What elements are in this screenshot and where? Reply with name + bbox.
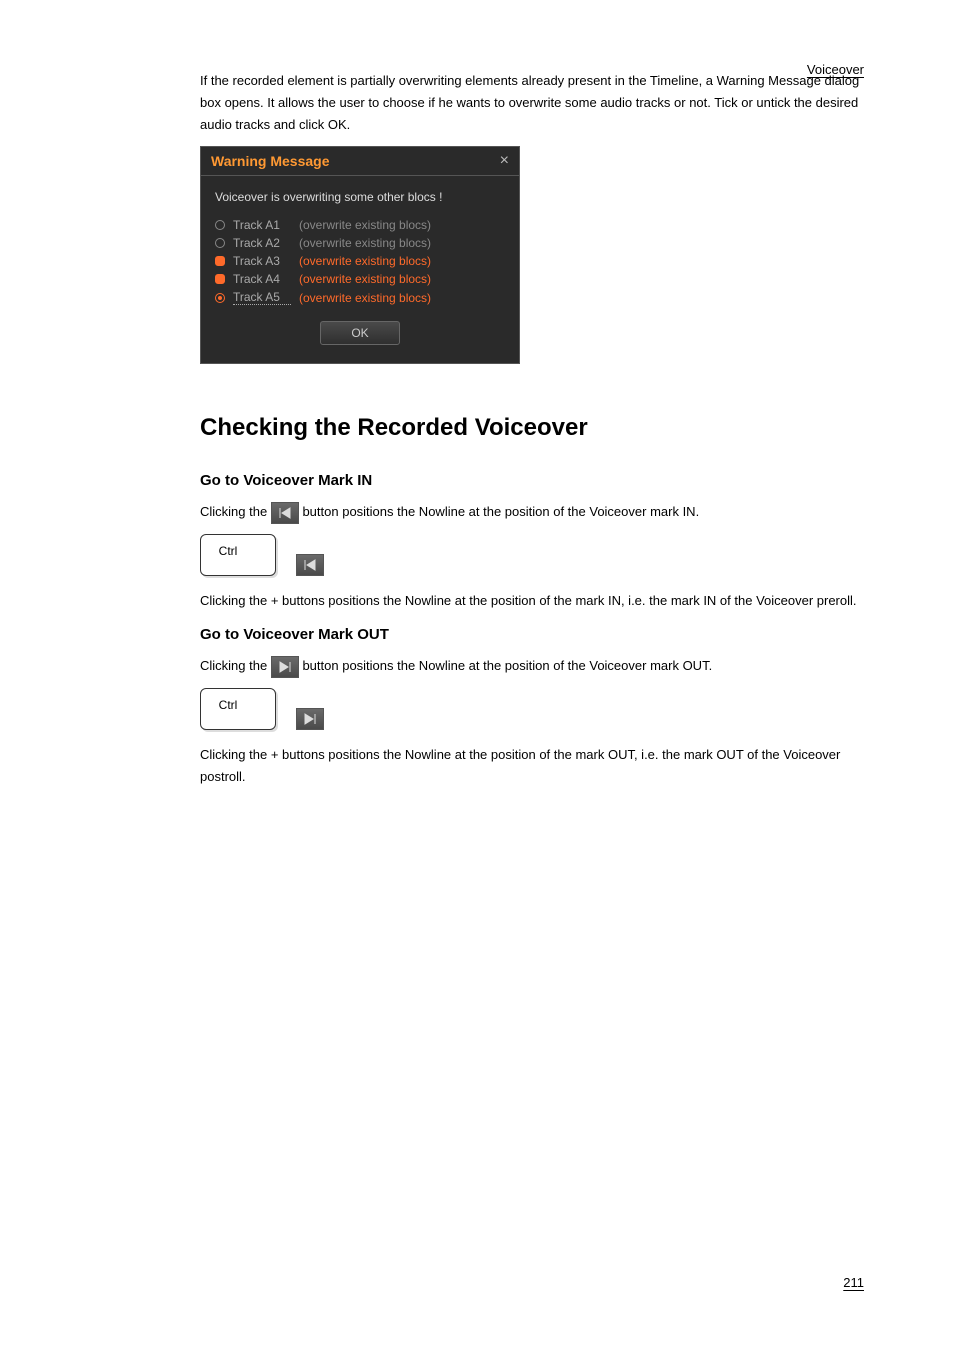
mark-out-line1: Clicking the button positions the Nowlin… <box>200 655 864 678</box>
subheading-mark-out: Go to Voiceover Mark OUT <box>200 626 864 643</box>
track-row[interactable]: Track A1 (overwrite existing blocs) <box>215 218 505 232</box>
dialog-message: Voiceover is overwriting some other bloc… <box>215 190 505 204</box>
skip-back-icon[interactable] <box>271 502 299 524</box>
mark-in-line2: Clicking the + buttons positions the Now… <box>200 590 864 612</box>
track-row[interactable]: Track A5 (overwrite existing blocs) <box>215 290 505 305</box>
text: button positions the Nowline at the posi… <box>302 658 712 673</box>
text: Clicking the <box>200 747 267 762</box>
track-note: (overwrite existing blocs) <box>299 218 431 232</box>
text: buttons positions the Nowline at the pos… <box>200 747 840 784</box>
mark-in-line1: Clicking the button positions the Nowlin… <box>200 501 864 524</box>
dialog-titlebar: Warning Message × <box>201 147 519 176</box>
text: Clicking the <box>200 504 267 519</box>
dialog-title: Warning Message <box>211 153 330 169</box>
text: button positions the Nowline at the posi… <box>302 504 699 519</box>
ctrl-key-icon: Ctrl <box>200 534 276 576</box>
radio-icon[interactable] <box>215 238 225 248</box>
mark-in-combo: Ctrl <box>200 534 864 576</box>
radio-icon[interactable] <box>215 220 225 230</box>
track-note: (overwrite existing blocs) <box>299 291 431 305</box>
close-icon[interactable]: × <box>500 153 509 169</box>
mark-out-combo: Ctrl <box>200 688 864 730</box>
skip-forward-icon[interactable] <box>296 708 324 730</box>
track-label: Track A4 <box>233 272 291 286</box>
page-number: 211 <box>843 1275 864 1290</box>
skip-back-icon[interactable] <box>296 554 324 576</box>
track-label: Track A2 <box>233 236 291 250</box>
track-label: Track A3 <box>233 254 291 268</box>
subheading-mark-in: Go to Voiceover Mark IN <box>200 472 864 489</box>
section-heading: Checking the Recorded Voiceover <box>200 414 864 442</box>
track-row[interactable]: Track A4 (overwrite existing blocs) <box>215 272 505 286</box>
track-row[interactable]: Track A2 (overwrite existing blocs) <box>215 236 505 250</box>
track-label: Track A1 <box>233 218 291 232</box>
intro-paragraph: If the recorded element is partially ove… <box>200 70 864 136</box>
checkbox-icon[interactable] <box>215 274 225 284</box>
track-note: (overwrite existing blocs) <box>299 254 431 268</box>
checkbox-icon[interactable] <box>215 256 225 266</box>
ok-button[interactable]: OK <box>320 321 400 345</box>
ctrl-key-icon: Ctrl <box>200 688 276 730</box>
text: + <box>271 593 279 608</box>
track-row[interactable]: Track A3 (overwrite existing blocs) <box>215 254 505 268</box>
radio-selected-icon[interactable] <box>215 293 225 303</box>
track-note: (overwrite existing blocs) <box>299 236 431 250</box>
mark-out-line2: Clicking the + buttons positions the Now… <box>200 744 864 788</box>
text: buttons positions the Nowline at the pos… <box>282 593 856 608</box>
text: Clicking the <box>200 658 267 673</box>
text: + <box>271 747 279 762</box>
warning-dialog: Warning Message × Voiceover is overwriti… <box>200 146 520 364</box>
track-note: (overwrite existing blocs) <box>299 272 431 286</box>
skip-forward-icon[interactable] <box>271 656 299 678</box>
text: Clicking the <box>200 593 267 608</box>
header-section-label: Voiceover <box>807 62 864 77</box>
track-label: Track A5 <box>233 290 291 305</box>
dialog-body: Voiceover is overwriting some other bloc… <box>201 176 519 363</box>
